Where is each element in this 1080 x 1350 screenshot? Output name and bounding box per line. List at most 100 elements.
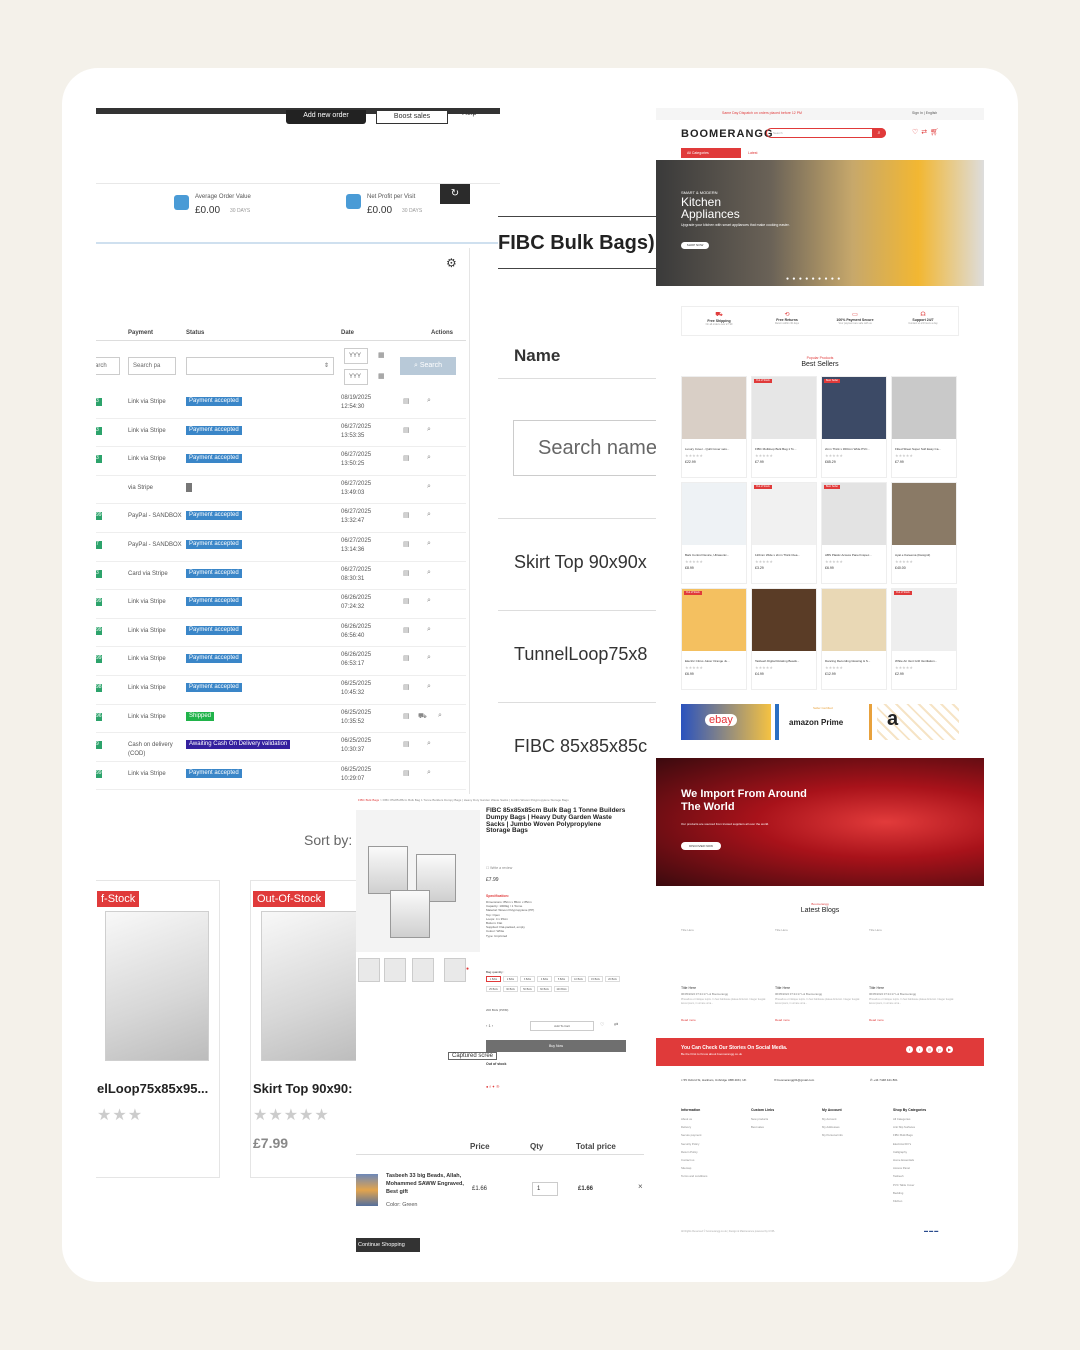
blog-title[interactable]: Title Here [681,986,696,990]
product-name[interactable]: Luxury Cover - Quilt Cover sets... [685,447,745,451]
quantity-option[interactable]: 10 BAG [571,976,586,982]
date-to-input[interactable]: YYY [344,369,368,385]
invoice-icon[interactable]: ▤ [403,740,410,748]
table-row[interactable]: 99 Link via Stripe Payment accepted 06/26/2… [96,619,466,648]
product-thumbnail[interactable] [384,958,406,982]
sort-by-label[interactable]: Sort by: [304,832,352,848]
add-to-cart-button[interactable]: Add To Cart [530,1021,594,1031]
status-filter-select[interactable]: ⇕ [186,357,334,375]
view-order-icon[interactable]: ⌕ [427,683,431,691]
invoice-icon[interactable]: ▤ [403,597,410,605]
invoice-icon[interactable]: ▤ [403,540,410,548]
table-row[interactable]: 99 Link via Stripe Payment accepted 06/26/2… [96,590,466,619]
remove-item-icon[interactable]: × [638,1182,643,1191]
footer-link[interactable]: Best sales [751,1123,811,1131]
invoice-icon[interactable]: ▤ [403,712,410,720]
footer-link[interactable]: Secure payment [681,1131,741,1139]
product-card[interactable]: Best Seller 2mm Thick x 300mm Wide PVC...… [821,376,887,478]
view-order-icon[interactable]: ⌕ [427,626,431,634]
product-card[interactable]: Tasbeeh Digital Rotating Beads... ★★★★★ £4… [751,588,817,690]
calendar-icon[interactable]: ▦ [378,351,385,359]
product-card[interactable]: Ayat e Kareema (Design2) ★★★★★ £40.00 [891,482,957,584]
invoice-icon[interactable]: ▤ [403,654,410,662]
invoice-icon[interactable]: ▤ [403,397,410,405]
product-thumbnail[interactable] [412,958,434,982]
date-from-input[interactable]: YYY [344,348,368,364]
footer-link[interactable]: New products [751,1115,811,1123]
invoice-icon[interactable]: ▤ [403,454,410,462]
order-id[interactable]: 99 [96,769,102,778]
blog-title[interactable]: Title Here [869,986,884,990]
product-image[interactable] [892,377,956,439]
footer-link[interactable]: Sitemap [681,1164,741,1172]
buy-now-button[interactable]: Buy Now [486,1040,626,1052]
product-image[interactable] [892,483,956,545]
product-name[interactable]: 2mm Thick x 300mm Wide PVC... [825,447,885,451]
quantity-option[interactable]: 5 BAG [554,976,569,982]
product-name[interactable]: 120mm Wide x 2mm Thick Clea... [755,553,815,557]
view-order-icon[interactable]: ⌕ [427,397,431,405]
product-card[interactable]: Bark Control Device, Ultrasonic... ★★★★★ £… [681,482,747,584]
table-row[interactable]: 9 Cash on delivery (COD) Awaiting Cash On … [96,733,466,762]
footer-link[interactable]: Terms and conditions [681,1172,741,1180]
quantity-option[interactable]: 3 BAG [520,976,535,982]
footer-link[interactable]: Tasbeeh [893,1172,953,1180]
table-row[interactable]: 99 Link via Stripe Payment accepted 06/26/2… [96,647,466,676]
product-card[interactable]: Dancing Recording Glowing & S... ★★★★★ £12… [821,588,887,690]
youtube-icon[interactable]: ▶ [946,1046,953,1053]
invoice-icon[interactable]: ▤ [403,683,410,691]
product-image[interactable] [752,377,816,439]
column-date[interactable]: Date [341,330,354,336]
product-card[interactable]: Fitted Sheet Super Soft Easy Ca... ★★★★★ £… [891,376,957,478]
footer-link[interactable]: Access Panel [893,1164,953,1172]
footer-link[interactable]: Contact us [681,1156,741,1164]
product-name[interactable]: FIBC Multiloop Bulk Bag 1 To... [755,447,815,451]
footer-link[interactable]: Delivery [681,1123,741,1131]
table-row[interactable]: 3 Card via Stripe Payment accepted 06/27/20… [96,562,466,591]
boost-sales-button[interactable]: Boost sales [376,110,448,124]
product-image[interactable] [682,377,746,439]
cart-item-image[interactable] [356,1174,378,1206]
store-logo[interactable]: BOOMERANGG [681,128,774,140]
store-search-input[interactable]: Search [766,128,886,138]
read-more-link[interactable]: Read more [775,1018,790,1022]
product-thumbnail[interactable] [444,958,466,982]
product-name[interactable]: Fitted Sheet Super Soft Easy Ca... [895,447,955,451]
view-order-icon[interactable]: ⌕ [427,740,431,748]
quantity-option[interactable]: 50 BAG [520,986,535,992]
product-card[interactable]: Luxury Cover - Quilt Cover sets... ★★★★★ £… [681,376,747,478]
blog-card[interactable]: Title Here Title Here 06/05/2022 07:24:17 … [681,928,767,1028]
quantity-option[interactable]: 20 BAG [605,976,620,982]
discover-now-button[interactable]: DISCOVER NOW [681,842,721,850]
product-thumbnail[interactable] [358,958,380,982]
order-id[interactable]: 3 [96,569,102,578]
twitter-icon[interactable]: t [916,1046,923,1053]
product-name-cell[interactable]: Skirt Top 90x90x [514,552,647,573]
quantity-option[interactable]: 4 BAG [537,976,552,982]
header-icons[interactable]: ♡⇄🛒︎ [912,128,942,136]
product-card[interactable]: Out of Stock 120mm Wide x 2mm Thick Clea.… [751,482,817,584]
order-id[interactable]: 96 [96,712,102,721]
product-main-image[interactable] [356,810,480,952]
footer-link[interactable]: Electrical DIYs [893,1140,953,1148]
carousel-dots[interactable]: ● ● ● ● ● ● ● ● ● [786,276,841,282]
column-status[interactable]: Status [186,330,204,336]
heart-icon[interactable]: ♡ [600,1022,604,1028]
search-button[interactable]: ⌕ Search [400,357,456,375]
invoice-icon[interactable]: ▤ [403,426,410,434]
chevron-right-icon[interactable]: ● [466,966,469,972]
table-row[interactable]: via Stripe 06/27/2025 13:49:03 ⌕ [96,476,466,505]
footer-link[interactable]: Bedding [893,1189,953,1197]
write-review-link[interactable]: ☐ Write a review [486,866,512,870]
calendar-icon[interactable]: ▦ [378,372,385,380]
cart-item-name[interactable]: Tasbeeh 33 big Beads, Allah, Mohammed SA… [386,1172,466,1196]
footer-link[interactable]: All Categories [893,1115,953,1123]
order-id[interactable]: 3 [96,426,102,435]
view-order-icon[interactable]: ⌕ [427,454,431,462]
product-image[interactable] [682,483,746,545]
table-row[interactable]: 3 Link via Stripe Payment accepted 06/27/20… [96,419,466,448]
table-row[interactable]: 99 Link via Stripe Payment accepted 06/25/2… [96,762,466,791]
table-row[interactable]: 3 Link via Stripe Payment accepted 06/27/20… [96,447,466,476]
order-id[interactable]: 99 [96,626,102,635]
quantity-option[interactable]: 25 BAG [486,986,501,992]
